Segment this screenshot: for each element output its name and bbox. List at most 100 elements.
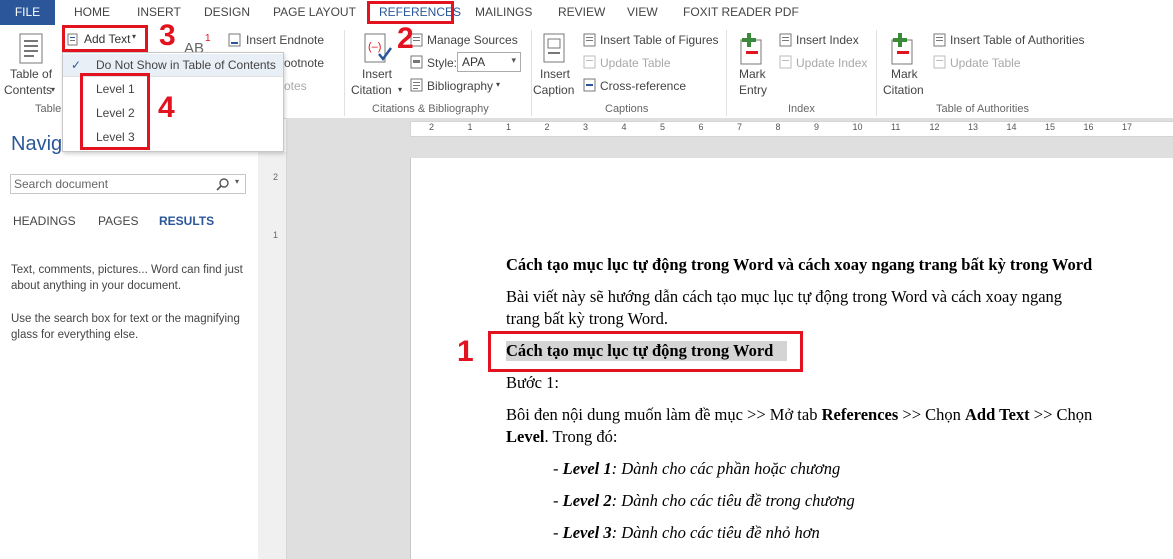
style-value: APA: [462, 55, 486, 69]
insert-table-of-figures-icon: [583, 33, 596, 47]
insert-citation-label-1[interactable]: Insert: [362, 67, 392, 81]
doc-step: Bước 1:: [506, 373, 559, 392]
cross-reference-button[interactable]: Cross-reference: [600, 79, 686, 93]
ruler-mark: 14: [1006, 122, 1017, 132]
insert-caption-label-2[interactable]: Caption: [533, 83, 574, 97]
group-label-table: Table: [35, 103, 62, 115]
next-footnote-button[interactable]: ootnote: [284, 56, 324, 70]
mark-entry-label-2[interactable]: Entry: [739, 83, 767, 97]
vruler-mark: 1: [273, 230, 279, 240]
ruler-mark: 8: [775, 122, 781, 132]
doc-bullet: - Level 2: Dành cho các tiêu đề trong ch…: [553, 491, 855, 511]
bullet-dash: -: [553, 523, 563, 542]
insert-citation-icon: (–): [364, 33, 393, 63]
update-table-icon: [583, 55, 596, 69]
ruler-mark: 16: [1083, 122, 1094, 132]
doc-bullet: - Level 3: Dành cho các tiêu đề nhỏ hơn: [553, 523, 820, 543]
annotation-box-add-text: [62, 25, 148, 52]
nav-tab-results[interactable]: RESULTS: [159, 214, 214, 228]
annotation-number-2: 2: [397, 22, 414, 55]
annotation-box-levels: [80, 73, 150, 150]
bullet-level: Level 1: [562, 459, 612, 478]
update-table-authorities-icon: [933, 55, 946, 69]
tab-page-layout[interactable]: PAGE LAYOUT: [273, 0, 356, 25]
bibliography-icon: [410, 78, 423, 92]
mark-entry-label-1[interactable]: Mark: [739, 67, 766, 81]
ruler-mark: 2: [429, 122, 435, 132]
ruler-mark: 7: [737, 122, 743, 132]
search-icon[interactable]: [216, 178, 230, 191]
group-separator: [531, 30, 532, 116]
insert-endnote-icon: [228, 33, 241, 47]
show-notes-button[interactable]: otes: [284, 79, 307, 93]
tab-foxit-reader-pdf[interactable]: FOXIT READER PDF: [683, 0, 799, 25]
mark-entry-icon: [740, 33, 762, 65]
ruler-mark: 4: [621, 122, 627, 132]
manage-sources-button[interactable]: Manage Sources: [427, 33, 518, 47]
cross-reference-icon: [583, 78, 596, 92]
update-table-button[interactable]: Update Table: [600, 56, 671, 70]
search-input[interactable]: Search document ▾: [10, 174, 246, 194]
annotation-box-heading: [488, 331, 803, 372]
group-label-index: Index: [788, 103, 815, 115]
group-separator: [876, 30, 877, 116]
insert-table-of-figures-button[interactable]: Insert Table of Figures: [600, 33, 719, 47]
instr-text: >> Chọn: [1029, 405, 1093, 424]
instr-level: Level: [506, 427, 545, 446]
bibliography-button[interactable]: Bibliography: [427, 79, 493, 93]
instr-text: Bôi đen nội dung muốn làm đề mục >> Mở t…: [506, 405, 822, 424]
bullet-level: Level 2: [562, 491, 612, 510]
insert-index-button[interactable]: Insert Index: [796, 33, 859, 47]
ruler-mark: 9: [814, 122, 820, 132]
annotation-number-4: 4: [158, 91, 175, 124]
style-select[interactable]: APA ▾: [457, 52, 521, 72]
bullet-dash: -: [553, 491, 563, 510]
horizontal-ruler[interactable]: 2 1 1 2 3 4 5 6 7 8 9 10 11 12 13 14 15 16 17: [410, 121, 1173, 137]
ruler-mark: 3: [583, 122, 589, 132]
chevron-down-icon: ▾: [398, 85, 403, 94]
vertical-ruler[interactable]: 2 1: [268, 152, 287, 559]
toc-label-2[interactable]: Contents: [4, 83, 52, 97]
group-label-table-of-authorities: Table of Authorities: [936, 103, 1029, 115]
annotation-number-1: 1: [457, 335, 474, 368]
doc-title: Cách tạo mục lục tự động trong Word và c…: [506, 255, 1093, 274]
doc-intro-line-2: trang bất kỳ trong Word.: [506, 309, 668, 328]
vruler-mark: 2: [273, 172, 279, 182]
update-index-button[interactable]: Update Index: [796, 56, 867, 70]
doc-instruction-line-1: Bôi đen nội dung muốn làm đề mục >> Mở t…: [506, 405, 1092, 425]
ruler-mark: 6: [698, 122, 704, 132]
chevron-down-icon[interactable]: ▾: [235, 177, 239, 186]
insert-index-icon: [779, 33, 792, 47]
mark-citation-label-2[interactable]: Citation: [883, 83, 924, 97]
insert-citation-label-2[interactable]: Citation: [351, 83, 392, 97]
tab-home[interactable]: HOME: [74, 0, 110, 25]
insert-endnote-button[interactable]: Insert Endnote: [246, 33, 324, 47]
nav-tab-headings[interactable]: HEADINGS: [13, 214, 76, 228]
tab-design[interactable]: DESIGN: [204, 0, 250, 25]
group-label-citations: Citations & Bibliography: [372, 103, 489, 115]
bullet-dash: -: [553, 459, 563, 478]
tab-review[interactable]: REVIEW: [558, 0, 605, 25]
ruler-mark: 15: [1045, 122, 1056, 132]
chevron-down-icon: ▾: [51, 85, 56, 94]
tab-file[interactable]: FILE: [0, 0, 55, 25]
instr-references: References: [821, 405, 899, 424]
toc-label-1[interactable]: Table of: [10, 67, 52, 81]
pane-scrollbar[interactable]: [258, 118, 268, 559]
table-of-contents-icon: [19, 33, 43, 64]
nav-tab-pages[interactable]: PAGES: [98, 214, 138, 228]
tab-view[interactable]: VIEW: [627, 0, 658, 25]
bullet-desc: Dành cho các phần hoặc chương: [617, 459, 841, 478]
group-label-captions: Captions: [605, 103, 649, 115]
mark-citation-label-1[interactable]: Mark: [891, 67, 918, 81]
footnote-superscript: 1: [205, 33, 211, 44]
ruler-mark: 10: [852, 122, 863, 132]
update-table-authorities-button[interactable]: Update Table: [950, 56, 1021, 70]
instr-add-text: Add Text: [965, 405, 1030, 424]
insert-caption-label-1[interactable]: Insert: [540, 67, 570, 81]
update-index-icon: [779, 55, 792, 69]
instr-text: . Trong đó:: [544, 427, 618, 446]
doc-intro-line-1: Bài viết này sẽ hướng dẫn cách tạo mục l…: [506, 287, 1063, 306]
tab-mailings[interactable]: MAILINGS: [475, 0, 532, 25]
insert-table-of-authorities-button[interactable]: Insert Table of Authorities: [950, 33, 1085, 47]
